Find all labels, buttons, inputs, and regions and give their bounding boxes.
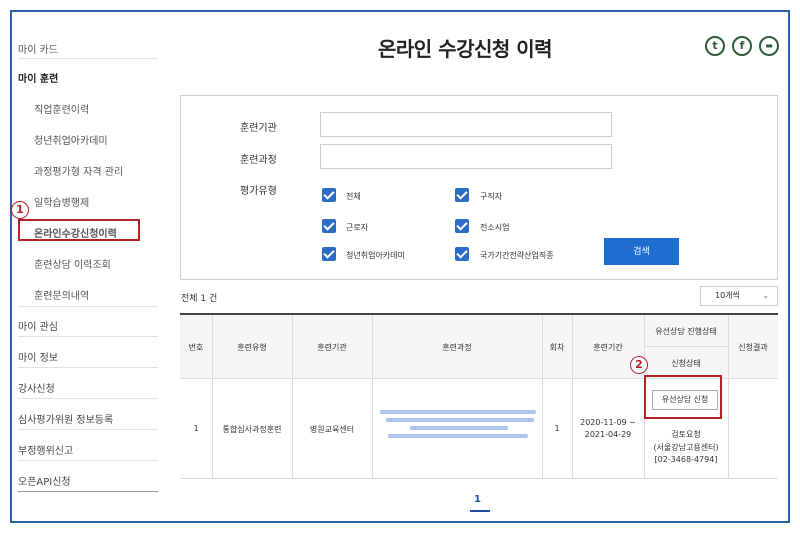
facebook-icon[interactable]: f [732,36,752,56]
cell-round: 1 [554,424,560,433]
sidebar-item-reviewer-register[interactable]: 심사평가위원 정보등록 [18,411,113,426]
col-header-result: 신청결과 [738,343,768,352]
sidebar-item-instructor-apply[interactable]: 강사신청 [18,380,55,395]
phone-consult-button[interactable]: 유선상담 신청 [652,390,718,410]
col-header-no: 번호 [188,343,204,352]
cell-type: 통합심사과정훈련 [222,425,282,434]
annotation-marker-2: 2 [630,356,648,374]
header-divider [644,346,728,347]
sidebar-item-online-enrollment-history[interactable]: 온라인수강신청이력 [34,225,117,240]
checkbox-job-seeker-label: 구직자 [480,192,503,201]
sidebar-item-my-training[interactable]: 마이 훈련 [18,70,58,85]
checkbox-job-seeker[interactable] [455,188,469,202]
col-divider [572,315,573,478]
sidebar-item-inquiry-history[interactable]: 훈련문의내역 [34,287,89,302]
checkbox-consortium[interactable] [455,219,469,233]
sidebar-item-open-api[interactable]: 오픈API신청 [18,473,71,488]
sidebar-divider [18,491,158,492]
result-count: 전체 1 건 [181,294,218,304]
checkbox-all[interactable] [322,188,336,202]
institution-label: 훈련기관 [240,123,277,134]
col-divider [542,315,543,478]
checkbox-consortium-label: 전소시엄 [480,223,510,232]
col-header-course: 훈련과정 [442,343,472,352]
pagination-page-1[interactable]: 1 [474,494,481,505]
page-size-value: 10개씩 [715,291,740,300]
sidebar-item-youth-academy[interactable]: 청년취업아카데미 [34,132,108,147]
pagination-active-underline [470,510,490,512]
course-link-line [386,418,534,422]
cell-institution: 병원교육센터 [309,425,355,434]
sidebar-item-my-card[interactable]: 마이 카드 [18,41,58,56]
sidebar-item-my-interest[interactable]: 마이 관심 [18,318,58,333]
col-header-type: 훈련유형 [237,343,267,352]
checkbox-national-strategic-label: 국가기간전략산업직종 [480,251,554,260]
chevron-down-icon: ⌄ [762,291,769,300]
search-button[interactable]: 검색 [604,238,679,265]
sidebar-divider [18,460,158,461]
col-header-consult-status: 신청상태 [671,359,701,368]
col-header-round: 회차 [549,343,565,352]
col-divider [728,315,729,478]
sidebar-item-work-study[interactable]: 일학습병행제 [34,194,89,209]
checkbox-worker-label: 근로자 [346,223,369,232]
col-divider [212,315,213,478]
course-link-line [388,434,528,438]
checkbox-national-strategic[interactable] [455,247,469,261]
share-icon[interactable]: ▬ [759,36,779,56]
checkbox-youth-academy[interactable] [322,247,336,261]
sidebar-item-job-training-history[interactable]: 직업훈련이력 [34,101,89,116]
course-input[interactable] [320,144,612,169]
sidebar-divider [18,398,158,399]
eval-type-label: 평가유형 [240,186,277,197]
cell-consult-phone: [02-3468-4794] [654,455,718,464]
sidebar-divider [18,429,158,430]
institution-input[interactable] [320,112,612,137]
col-divider [292,315,293,478]
cell-consult-status: 검토요청 [671,430,701,439]
sidebar-divider [18,306,158,307]
table-bottom [180,478,778,479]
sidebar-item-misconduct-report[interactable]: 부정행위신고 [18,442,73,457]
cell-consult-center: (서울강남고용센터) [653,443,719,452]
checkbox-youth-academy-label: 청년취업아카데미 [346,251,405,260]
sidebar-item-consult-history[interactable]: 훈련상담 이력조회 [34,256,111,271]
sidebar-divider [18,336,158,337]
col-header-period: 훈련기간 [593,343,623,352]
checkbox-all-label: 전체 [346,192,361,201]
sidebar-divider [18,58,158,59]
twitter-icon[interactable]: t [705,36,725,56]
page-size-select[interactable]: 10개씩 ⌄ [700,286,778,306]
sidebar-item-qualification[interactable]: 과정평가형 자격 관리 [34,163,123,178]
col-divider [372,315,373,478]
cell-period-end: 2021-04-29 [584,430,632,439]
cell-no: 1 [193,424,199,433]
course-label: 훈련과정 [240,155,277,166]
sidebar-divider [18,367,158,368]
checkbox-worker[interactable] [322,219,336,233]
sidebar-item-my-info[interactable]: 마이 정보 [18,349,58,364]
course-link-line [380,410,536,414]
course-link-line [410,426,508,430]
cell-period-start: 2020-11-09 ~ [580,418,636,427]
col-header-consult-group: 유선상담 진행상태 [655,327,717,336]
col-header-institution: 훈련기관 [317,343,347,352]
page-title: 온라인 수강신청 이력 [378,37,553,61]
annotation-marker-1: 1 [11,201,29,219]
